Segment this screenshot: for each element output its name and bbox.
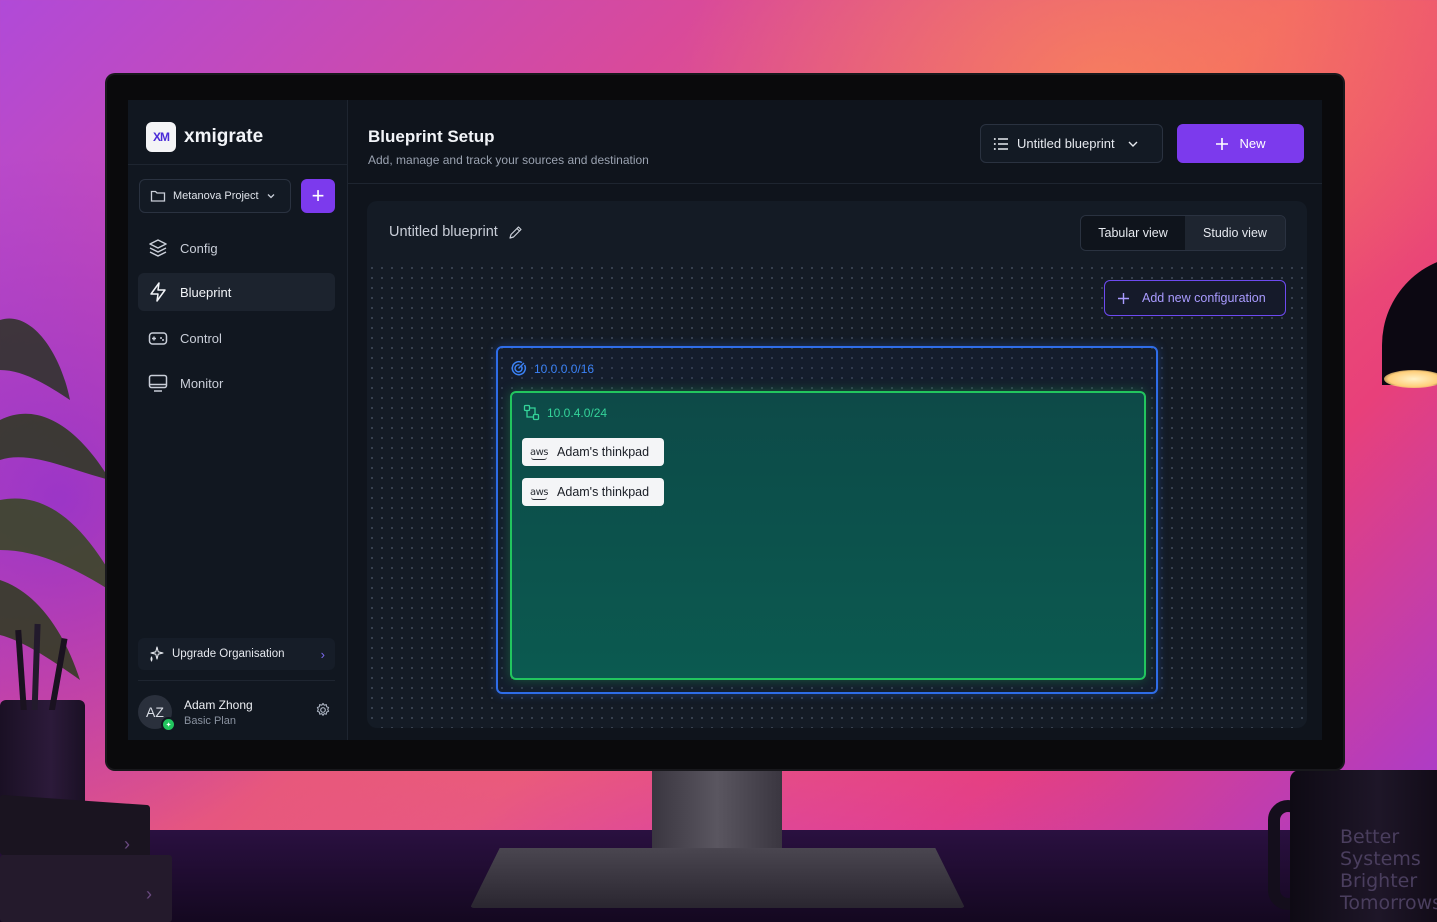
page-title: Blueprint Setup [368,127,495,146]
sidebar-item-monitor[interactable]: Monitor [138,364,335,402]
status-badge-icon: ✦ [161,717,176,732]
user-name: Adam Zhong [184,697,253,712]
xmigrate-logo-icon: XM [146,122,176,152]
instance-name: Adam's thinkpad [557,445,650,459]
header-divider [348,183,1322,184]
chevron-down-icon [267,194,275,199]
tab-studio-view[interactable]: Studio view [1184,216,1285,250]
instance-name: Adam's thinkpad [557,485,650,499]
sidebar: XM xmigrate Metanova Project + Config Bl… [128,100,348,740]
avatar-initials: AZ [146,704,164,720]
gear-icon[interactable] [315,702,331,723]
subnet-container[interactable]: 10.0.4.0/24 aws Adam's thinkpad aws Adam… [510,391,1146,680]
page-subtitle: Add, manage and track your sources and d… [368,153,649,167]
project-select[interactable]: Metanova Project [139,179,291,213]
instance-chip[interactable]: aws Adam's thinkpad [522,438,664,466]
upgrade-organisation-button[interactable]: Upgrade Organisation › [138,638,335,670]
app-screen: XM xmigrate Metanova Project + Config Bl… [128,100,1322,740]
lamp-bulb [1384,370,1437,388]
sidebar-item-control[interactable]: Control [138,319,335,357]
network-icon [511,360,527,376]
view-toggle: Tabular view Studio view [1080,215,1286,251]
sparkle-icon [150,646,164,662]
blueprint-name-text: Untitled blueprint [389,224,498,240]
sidebar-divider [128,164,348,165]
sidebar-item-label: Config [180,240,218,256]
bolt-icon [148,282,168,302]
vpc-label: 10.0.0.0/16 [510,360,594,377]
chevron-down-icon [1128,141,1138,147]
sidebar-item-blueprint[interactable]: Blueprint [138,273,335,311]
chevron-right-icon: › [320,646,325,662]
gamepad-icon [148,328,168,348]
monitor-icon [148,373,168,393]
user-plan: Basic Plan [184,714,236,727]
sidebar-item-config[interactable]: Config [138,229,335,267]
monitor-stand-neck [652,765,782,860]
blueprint-canvas: Untitled blueprint Tabular view Studio v… [367,201,1307,728]
new-button-label: New [1239,136,1266,151]
plus-icon [1216,137,1229,150]
mug-text: Better Systems Brighter Tomorrows [1340,826,1437,914]
plus-icon [1118,292,1129,304]
upgrade-label: Upgrade Organisation [172,648,285,660]
aws-icon: aws [530,446,549,460]
pens-decoration [15,623,68,710]
add-project-button[interactable]: + [301,179,335,213]
brand[interactable]: XM xmigrate [146,122,263,152]
blueprint-name: Untitled blueprint [389,224,523,240]
monitor-stand-base [470,848,965,908]
add-config-label: Add new configuration [1142,291,1266,305]
app-name: xmigrate [184,126,264,147]
main-content: Blueprint Setup Add, manage and track yo… [348,100,1322,740]
aws-icon: aws [530,486,549,500]
subnet-icon [523,404,540,421]
new-button[interactable]: New [1177,124,1304,163]
user-divider [138,680,335,681]
subnet-cidr: 10.0.4.0/24 [547,405,608,420]
avatar: AZ ✦ [138,695,176,732]
list-icon [993,137,1008,150]
tab-tabular-view[interactable]: Tabular view [1081,216,1185,250]
vpc-cidr: 10.0.0.0/16 [534,361,595,376]
user-info: Adam Zhong Basic Plan [184,698,253,727]
blueprint-select-value: Untitled blueprint [1017,136,1115,151]
instance-chip[interactable]: aws Adam's thinkpad [522,478,664,506]
vpc-container[interactable]: 10.0.0.0/16 10.0.4.0/24 aws Adam's think… [496,346,1158,694]
sidebar-item-label: Monitor [180,375,224,391]
add-configuration-button[interactable]: Add new configuration [1104,280,1286,316]
subnet-label: 10.0.4.0/24 [523,404,607,421]
sidebar-item-label: Control [180,330,222,346]
user-profile[interactable]: AZ ✦ Adam Zhong Basic Plan [138,694,335,732]
blueprint-select[interactable]: Untitled blueprint [980,124,1163,163]
sidebar-item-label: Blueprint [180,284,232,300]
books-stack: › › [0,794,175,922]
pencil-icon[interactable] [508,225,523,240]
layers-icon [148,238,168,258]
folder-icon [150,190,166,202]
project-name: Metanova Project [173,190,259,202]
